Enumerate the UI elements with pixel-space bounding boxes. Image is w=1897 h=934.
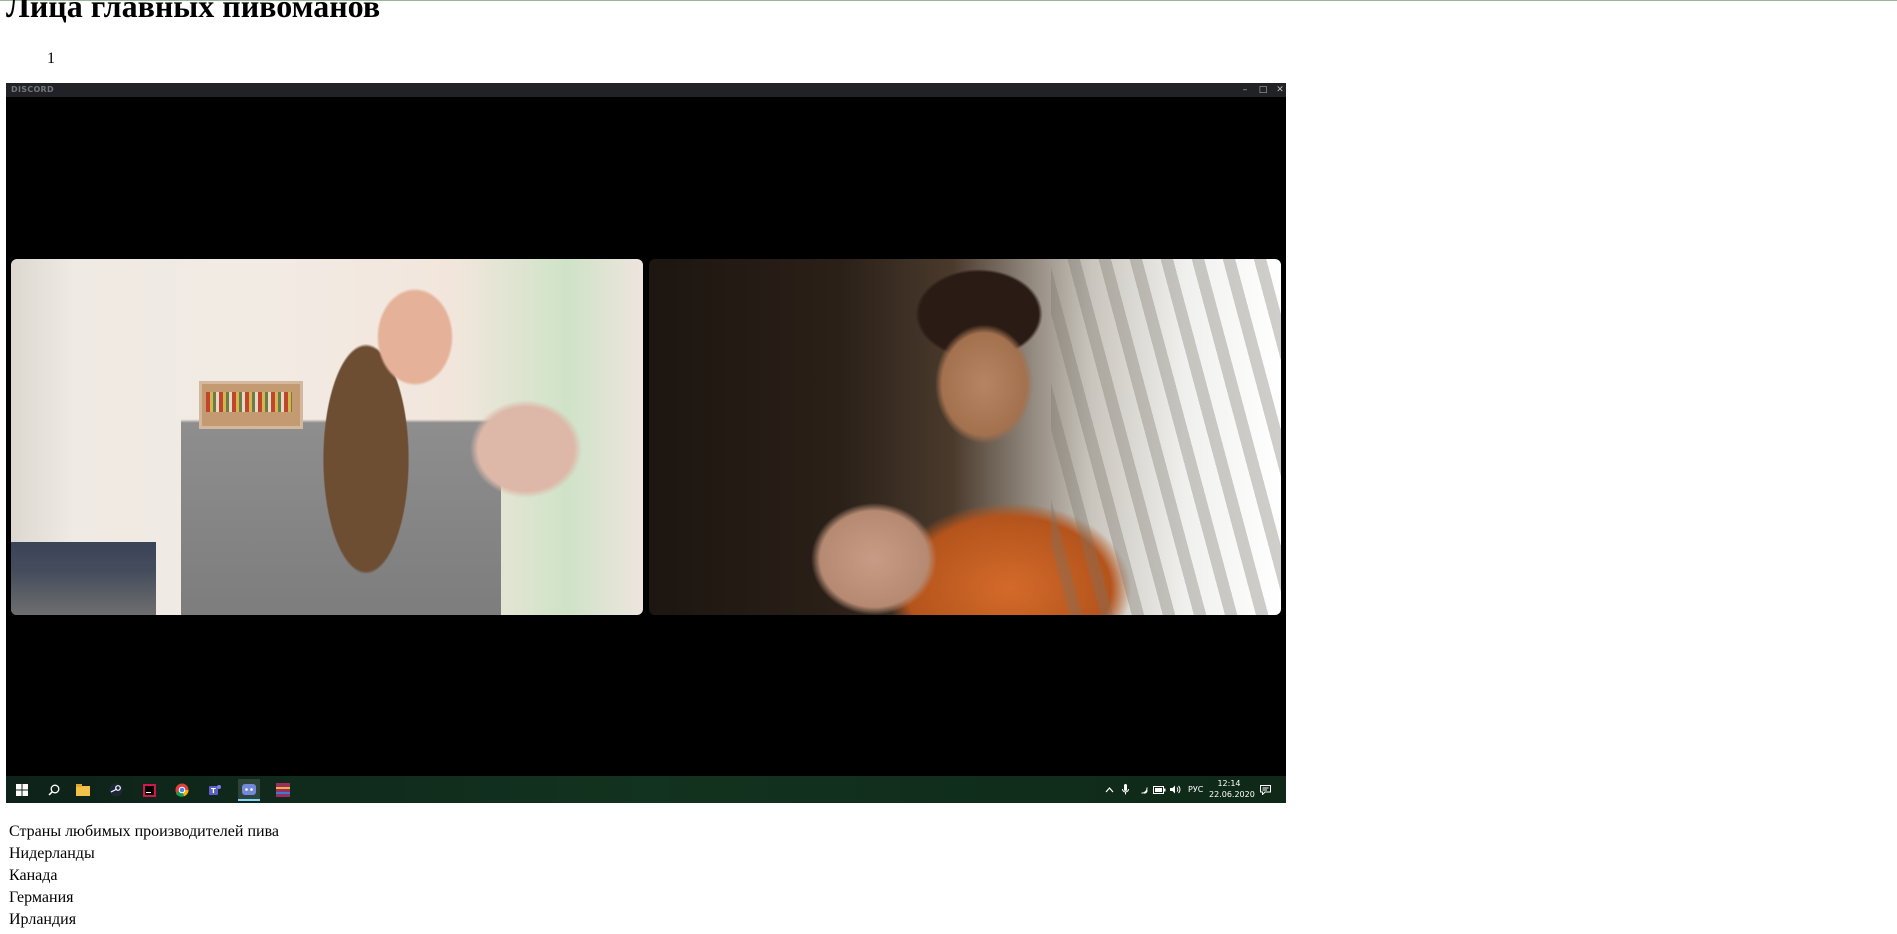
wifi-icon[interactable] [1138,776,1149,803]
window-titlebar: DISCORD – □ ✕ [6,83,1286,97]
list-item: Канада [9,867,58,884]
svg-text:T: T [211,787,216,795]
discord-screenshot: DISCORD – □ ✕ T РУС 12:14 22.06.2020 [6,83,1286,803]
list-number: 1 [47,50,55,67]
windows-start-icon[interactable] [12,780,32,800]
shelf-image [199,381,303,429]
taskbar-clock[interactable]: 12:14 22.06.2020 [1209,778,1255,800]
winrar-icon[interactable] [273,780,293,800]
close-icon[interactable]: ✕ [1273,84,1286,96]
maximize-icon[interactable]: □ [1256,84,1270,96]
list-item: Нидерланды [9,845,95,862]
microphone-icon[interactable] [1122,776,1129,803]
list-item: Германия [9,889,74,906]
input-language[interactable]: РУС [1188,776,1203,803]
countries-list: Страны любимых производителей пива Нидер… [9,821,279,931]
clock-date: 22.06.2020 [1209,790,1255,799]
notifications-icon[interactable] [1260,776,1271,803]
discord-brand: DISCORD [11,85,54,94]
file-explorer-icon[interactable] [73,780,93,800]
battery-icon[interactable] [1153,776,1166,803]
volume-icon[interactable] [1170,776,1181,803]
page-title: Лица главных пивоманов [6,0,381,24]
chrome-icon[interactable] [172,780,192,800]
windows-taskbar: T РУС 12:14 22.06.2020 [6,776,1286,803]
minimize-icon[interactable]: – [1238,84,1252,96]
countries-heading: Страны любимых производителей пива [9,823,280,840]
video-tile-right[interactable] [649,259,1281,615]
sofa-image [11,542,156,615]
steam-icon[interactable] [106,780,126,800]
chevron-up-icon[interactable] [1105,776,1114,803]
jetbrains-icon[interactable] [139,780,159,800]
discord-icon[interactable] [238,779,260,801]
search-icon[interactable] [44,780,64,800]
teams-icon[interactable]: T [205,780,225,800]
video-tile-left[interactable] [11,259,643,615]
clock-time: 12:14 [1217,779,1241,788]
list-item: Ирландия [9,911,77,928]
